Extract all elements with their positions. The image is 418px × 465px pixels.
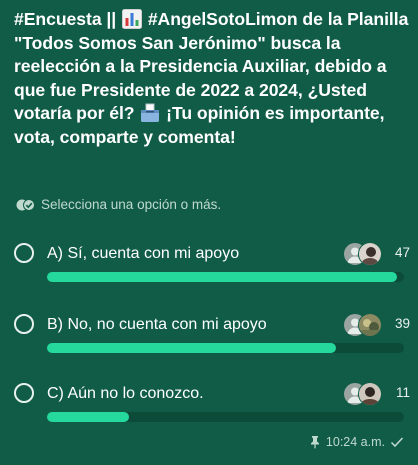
message-time: 10:24 a.m. (325, 435, 385, 449)
option-b-progress-track (47, 343, 404, 353)
option-b-label: B) No, no cuenta con mi apoyo (47, 316, 267, 333)
option-a-voter-avatars[interactable] (343, 242, 383, 266)
double-check-icon (16, 198, 35, 211)
message-meta: 10:24 a.m. (309, 435, 404, 449)
voter-avatar-photo (358, 382, 382, 406)
ballot-box-emoji-icon (140, 103, 160, 123)
option-a-progress-fill (47, 272, 397, 282)
poll-hint-text: Selecciona una opción o más. (41, 197, 222, 212)
poll-option-c[interactable]: C) Aún no lo conozco. 11 (14, 382, 410, 427)
voter-avatar-photo (358, 242, 382, 266)
option-b-vote-count: 39 (394, 316, 410, 331)
option-b-progress-fill (47, 343, 337, 353)
voter-avatar-photo (358, 313, 382, 337)
check-icon (390, 437, 404, 448)
pin-icon (310, 436, 319, 449)
option-a-radio[interactable] (14, 243, 34, 263)
poll-question: #Encuesta || #AngelSotoLimon de la Plani… (14, 8, 410, 150)
option-c-progress-track (47, 412, 404, 422)
option-a-vote-count: 47 (394, 245, 410, 260)
option-b-radio[interactable] (14, 314, 34, 334)
option-a-label: A) Sí, cuenta con mi apoyo (47, 245, 240, 262)
bar-chart-emoji-icon (121, 9, 142, 29)
option-c-vote-count: 11 (395, 385, 410, 400)
option-c-progress-fill (47, 412, 130, 422)
option-a-progress-track (47, 272, 404, 282)
option-b-voter-avatars[interactable] (343, 313, 383, 337)
question-part-1: #Encuesta || (14, 9, 121, 29)
option-c-label: C) Aún no lo conozco. (47, 385, 204, 402)
option-c-voter-avatars[interactable] (343, 382, 383, 406)
poll-message-bubble: #Encuesta || #AngelSotoLimon de la Plani… (0, 0, 418, 465)
poll-option-b[interactable]: B) No, no cuenta con mi apoyo 39 (14, 313, 410, 358)
poll-option-a[interactable]: A) Sí, cuenta con mi apoyo 47 (14, 242, 410, 287)
poll-hint: Selecciona una opción o más. (16, 197, 221, 212)
option-c-radio[interactable] (14, 383, 34, 403)
